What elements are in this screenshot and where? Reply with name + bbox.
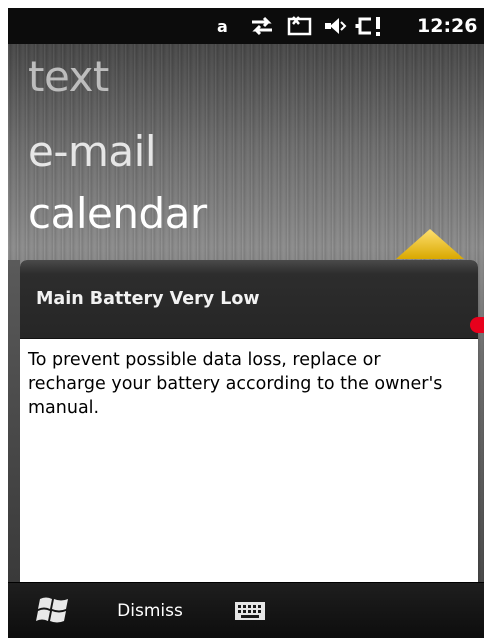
notification-indicator-dot	[470, 317, 484, 333]
softkey-bar: Dismiss	[8, 582, 484, 638]
windows-flag-icon	[36, 597, 68, 623]
input-mode-indicator: a	[217, 16, 228, 36]
clock: 12:26	[417, 15, 478, 37]
notification-title: Main Battery Very Low	[36, 289, 260, 309]
sms-icon	[287, 8, 313, 44]
notification-header: Main Battery Very Low	[20, 260, 478, 339]
notification-pointer-arrow	[396, 229, 464, 259]
volume-muted-icon	[321, 8, 347, 44]
data-connection-icon	[248, 8, 276, 44]
home-item-text[interactable]: text	[28, 56, 109, 98]
dismiss-button[interactable]: Dismiss	[100, 583, 200, 638]
panel-left-edge	[8, 260, 20, 582]
status-bar: a 12:26	[8, 8, 484, 44]
home-item-calendar[interactable]: calendar	[28, 193, 207, 235]
notification-panel: Main Battery Very Low To prevent possibl…	[20, 260, 478, 582]
notification-message: To prevent possible data loss, replace o…	[28, 350, 443, 418]
device-screen: a 12:26 text e-mail calendar Main Batter…	[8, 8, 484, 638]
battery-icon	[354, 8, 386, 44]
start-button[interactable]	[34, 593, 74, 629]
home-item-email[interactable]: e-mail	[28, 131, 156, 173]
keyboard-icon	[235, 602, 265, 620]
keyboard-button[interactable]	[234, 601, 266, 621]
